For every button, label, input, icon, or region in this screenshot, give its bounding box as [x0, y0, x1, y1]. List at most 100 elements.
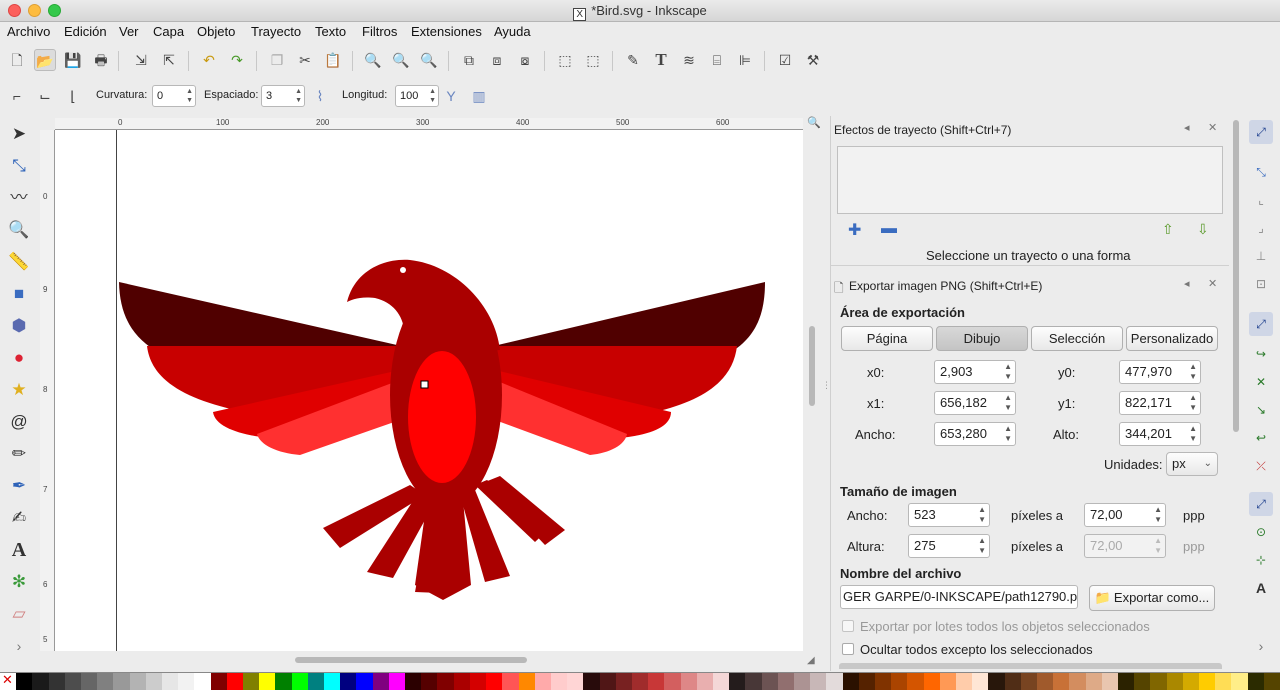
color-swatch[interactable]: [16, 673, 33, 690]
spiral-tool-icon[interactable]: @: [6, 409, 32, 435]
color-swatch[interactable]: [923, 673, 940, 690]
color-swatch[interactable]: [32, 673, 49, 690]
color-swatch[interactable]: [891, 673, 908, 690]
color-swatch[interactable]: [1085, 673, 1102, 690]
color-swatch[interactable]: [712, 673, 730, 690]
color-swatch[interactable]: [340, 673, 357, 690]
color-swatch[interactable]: [729, 673, 746, 690]
tweak-tool-icon[interactable]: 〰: [6, 185, 32, 211]
color-swatch[interactable]: [48, 673, 65, 690]
color-swatch[interactable]: [1215, 673, 1232, 690]
color-swatch[interactable]: [761, 673, 778, 690]
spray-tool-icon[interactable]: ✻: [6, 569, 32, 595]
img-width-field[interactable]: 523 ▲ ▼: [908, 503, 990, 527]
menu-ayuda[interactable]: Ayuda: [494, 24, 531, 39]
spin-arrows-icon[interactable]: ▲ ▼: [186, 87, 193, 105]
3d-box-tool-icon[interactable]: ⬢: [6, 313, 32, 339]
scale-icon[interactable]: ▥: [468, 85, 490, 107]
area-custom-button[interactable]: Personalizado: [1126, 326, 1218, 351]
height-field[interactable]: 344,201 ▲ ▼: [1119, 422, 1201, 446]
units-select[interactable]: px ⌄: [1166, 452, 1218, 476]
filename-input[interactable]: GER GARPE/0-INKSCAPE/path12790.png: [840, 585, 1078, 609]
snap-bbox-corner-icon[interactable]: ⌟: [1249, 216, 1273, 240]
area-selection-button[interactable]: Selección: [1031, 326, 1123, 351]
eraser-tool-icon[interactable]: ▱: [6, 601, 32, 627]
bspline-mode-icon[interactable]: ⌙: [34, 85, 56, 107]
color-swatch[interactable]: [1150, 673, 1167, 690]
spin-arrows-icon[interactable]: ▲ ▼: [429, 87, 436, 105]
converge-icon[interactable]: Y: [440, 85, 462, 107]
node-tool-icon[interactable]: ⤡: [6, 153, 32, 179]
zoom-tool-icon[interactable]: 🔍: [6, 217, 32, 243]
color-swatch[interactable]: [64, 673, 82, 690]
color-swatch[interactable]: [955, 673, 973, 690]
spin-arrows-icon[interactable]: ▲ ▼: [1189, 424, 1197, 444]
color-swatch[interactable]: [178, 673, 195, 690]
layers-icon[interactable]: ≋: [678, 49, 700, 71]
close-window-button[interactable]: [8, 4, 21, 17]
spin-arrows-icon[interactable]: ▲ ▼: [1189, 393, 1197, 413]
length-spinbox[interactable]: 100 ▲ ▼: [395, 85, 439, 107]
color-swatch[interactable]: [372, 673, 389, 690]
spin-arrows-icon[interactable]: ▲ ▼: [978, 536, 986, 556]
chevron-down-icon[interactable]: ⌄: [1204, 453, 1212, 475]
text-font-icon[interactable]: T: [650, 49, 672, 71]
color-swatch[interactable]: [972, 673, 989, 690]
color-swatch[interactable]: [777, 673, 794, 690]
move-down-icon[interactable]: ⇩: [1197, 221, 1209, 238]
color-swatch[interactable]: [550, 673, 568, 690]
color-swatch[interactable]: [664, 673, 681, 690]
unlink-clone-icon[interactable]: ⧇: [514, 49, 536, 71]
color-swatch[interactable]: [680, 673, 697, 690]
color-swatch[interactable]: [259, 673, 276, 690]
color-swatch[interactable]: [599, 673, 616, 690]
color-swatch[interactable]: [453, 673, 470, 690]
horizontal-scroll-thumb[interactable]: [295, 657, 527, 663]
move-up-icon[interactable]: ⇧: [1162, 221, 1174, 238]
vertical-ruler[interactable]: 0 9 8 7 6 5: [40, 130, 55, 651]
snap-nodes-icon[interactable]: ⤢: [1249, 312, 1273, 336]
zoom-selection-icon[interactable]: 🔍: [362, 49, 384, 71]
close-icon[interactable]: ✕: [1208, 277, 1217, 290]
color-swatch[interactable]: [226, 673, 244, 690]
curvature-value[interactable]: 0: [157, 90, 163, 102]
snap-center-icon[interactable]: ⊙: [1249, 520, 1273, 544]
export-icon[interactable]: ⇱: [158, 49, 180, 71]
color-swatch[interactable]: [1231, 673, 1248, 690]
menu-archivo[interactable]: Archivo: [7, 24, 50, 39]
color-swatch[interactable]: [1166, 673, 1183, 690]
align-distribute-icon[interactable]: ⊫: [734, 49, 756, 71]
clone-icon[interactable]: ⧈: [486, 49, 508, 71]
open-folder-icon[interactable]: 📂: [34, 49, 56, 71]
spiro-mode-icon[interactable]: ⌐: [6, 85, 28, 107]
color-swatch[interactable]: [97, 673, 114, 690]
menu-ver[interactable]: Ver: [119, 24, 139, 39]
menu-filtros[interactable]: Filtros: [362, 24, 397, 39]
menu-edicion[interactable]: Edición: [64, 24, 107, 39]
color-swatch[interactable]: [1118, 673, 1135, 690]
zoom-corner-icon[interactable]: 🔍: [807, 116, 821, 129]
color-swatch[interactable]: [113, 673, 130, 690]
color-swatch[interactable]: [388, 673, 406, 690]
snap-bbox-edge-icon[interactable]: ⌞: [1249, 188, 1273, 212]
bird-drawing[interactable]: [55, 130, 803, 651]
color-swatch[interactable]: [518, 673, 535, 690]
color-swatch[interactable]: [1004, 673, 1021, 690]
color-swatch[interactable]: [826, 673, 843, 690]
color-swatch[interactable]: [356, 673, 373, 690]
color-swatch[interactable]: [615, 673, 632, 690]
pencil-tool-icon[interactable]: ✏: [6, 441, 32, 467]
chevron-right-icon[interactable]: ›: [1249, 634, 1273, 658]
curvature-spinbox[interactable]: 0 ▲ ▼: [152, 85, 196, 107]
color-swatch[interactable]: [291, 673, 308, 690]
resize-corner-icon[interactable]: ◢: [807, 655, 815, 666]
color-swatch[interactable]: [405, 673, 422, 690]
color-swatch[interactable]: [907, 673, 924, 690]
vertical-scroll-thumb[interactable]: [809, 326, 815, 406]
no-paint-swatch[interactable]: ✕: [0, 672, 17, 690]
width-field[interactable]: 653,280 ▲ ▼: [934, 422, 1016, 446]
close-icon[interactable]: ✕: [1208, 121, 1217, 134]
maximize-window-button[interactable]: [48, 4, 61, 17]
dpi-field[interactable]: 72,00 ▲ ▼: [1084, 503, 1166, 527]
horizontal-scrollbar[interactable]: [55, 654, 803, 666]
